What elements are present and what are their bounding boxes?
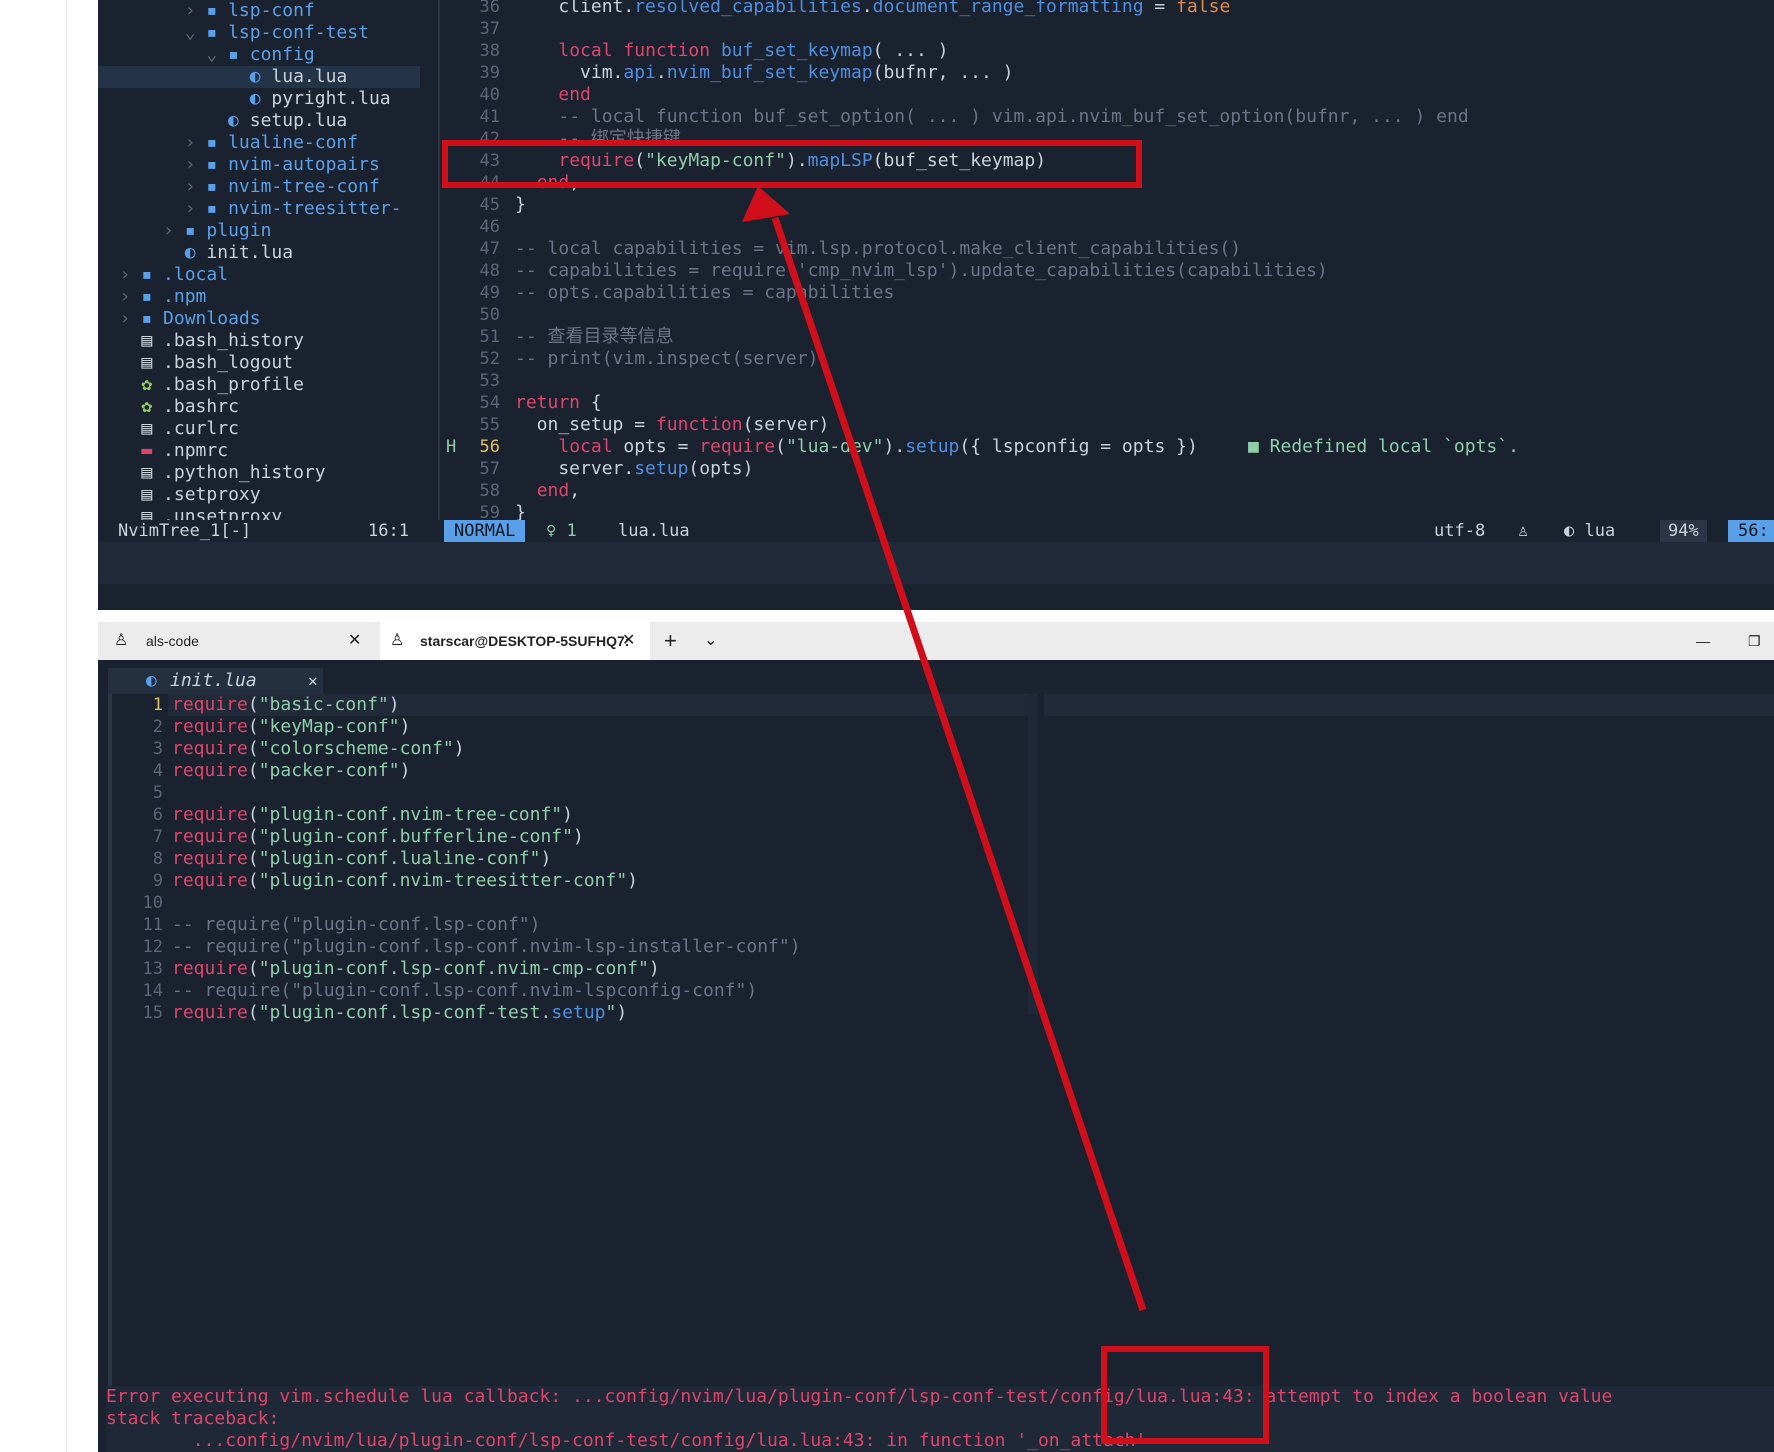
arrow-head <box>742 186 790 222</box>
annotation-arrow <box>742 186 1147 1312</box>
arrow-shaft <box>771 216 1147 1312</box>
